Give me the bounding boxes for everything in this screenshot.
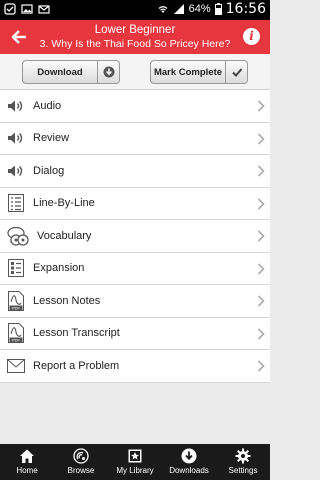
pdf-icon: PDF — [6, 323, 26, 344]
nav-my-library[interactable]: My Library — [108, 444, 162, 480]
lesson-title: 3. Why Is the Thai Food So Pricey Here? — [39, 38, 231, 50]
menu-item-audio[interactable]: Audio — [0, 90, 270, 123]
lesson-action-bar: Download Mark Complete — [0, 54, 270, 90]
list-icon — [6, 193, 26, 213]
menu-item-vocabulary[interactable]: Vocabulary — [0, 220, 270, 253]
speaker-icon — [6, 128, 26, 148]
menu-item-review[interactable]: Review — [0, 123, 270, 155]
download-icon — [97, 61, 119, 83]
nav-label: Browse — [67, 466, 95, 475]
menu-item-lesson-transcript[interactable]: PDF Lesson Transcript — [0, 318, 270, 350]
menu-item-dialog[interactable]: Dialog — [0, 155, 270, 188]
chevron-right-icon — [257, 295, 265, 307]
mark-complete-button[interactable]: Mark Complete — [150, 60, 248, 84]
image-icon — [21, 4, 33, 14]
chevron-right-icon — [257, 230, 265, 242]
menu-item-label: Audio — [33, 99, 62, 112]
back-arrow-icon[interactable] — [10, 28, 28, 46]
wifi-icon — [158, 6, 168, 13]
browse-icon — [73, 448, 89, 464]
page-title: Lower Beginner 3. Why Is the Thai Food S… — [36, 23, 234, 51]
gear-icon — [235, 448, 251, 464]
download-button[interactable]: Download — [22, 60, 120, 84]
checkmark-icon — [225, 61, 247, 83]
pdf-icon: PDF — [6, 290, 26, 311]
menu-item-label: Report a Problem — [33, 359, 120, 372]
nav-label: Home — [16, 466, 38, 475]
lesson-menu-list: Audio Review Dialog Line-By-Line Vocabul… — [0, 90, 270, 383]
library-icon — [128, 449, 142, 463]
nav-label: Settings — [228, 466, 258, 475]
bottom-navigation: Home Browse My Library Downloads Setting… — [0, 444, 270, 480]
menu-item-report-problem[interactable]: Report a Problem — [0, 350, 270, 383]
checklist-icon — [6, 258, 26, 278]
download-label: Download — [37, 66, 83, 78]
chevron-right-icon — [257, 360, 265, 372]
mark-complete-label: Mark Complete — [153, 66, 223, 78]
lesson-header: Lower Beginner 3. Why Is the Thai Food S… — [0, 20, 270, 54]
menu-item-lesson-notes[interactable]: PDF Lesson Notes — [0, 285, 270, 318]
svg-text:PDF: PDF — [12, 338, 21, 343]
speaker-icon — [6, 96, 26, 116]
email-icon — [38, 5, 50, 14]
nav-downloads[interactable]: Downloads — [162, 444, 216, 480]
chevron-right-icon — [257, 165, 265, 177]
svg-text:PDF: PDF — [12, 305, 21, 310]
nav-settings[interactable]: Settings — [216, 444, 270, 480]
speaker-icon — [6, 161, 26, 181]
menu-item-label: Dialog — [33, 164, 65, 177]
chevron-right-icon — [257, 327, 265, 340]
menu-item-line-by-line[interactable]: Line-By-Line — [0, 188, 270, 220]
menu-item-label: Review — [33, 132, 70, 145]
nav-browse[interactable]: Browse — [54, 444, 108, 480]
chevron-right-icon — [257, 262, 265, 275]
menu-item-label: Expansion — [33, 262, 85, 275]
chevron-right-icon — [257, 100, 265, 112]
info-icon[interactable]: i — [243, 28, 260, 45]
envelope-icon — [6, 356, 26, 376]
nav-label: My Library — [116, 466, 154, 475]
vocabulary-icon — [6, 226, 32, 246]
nav-label: Downloads — [169, 466, 209, 475]
battery-icon — [214, 3, 222, 15]
notification-icon — [4, 3, 16, 15]
menu-item-label: Lesson Notes — [33, 294, 101, 307]
menu-item-label: Lesson Transcript — [33, 327, 120, 340]
battery-percentage: 64% — [188, 3, 211, 15]
menu-item-label: Vocabulary — [37, 229, 92, 242]
signal-icon — [173, 4, 184, 14]
nav-home[interactable]: Home — [0, 444, 54, 480]
download-icon — [181, 448, 197, 464]
chevron-right-icon — [257, 132, 265, 145]
chevron-right-icon — [257, 197, 265, 210]
menu-item-expansion[interactable]: Expansion — [0, 253, 270, 285]
clock: 16:56 — [225, 1, 266, 17]
home-icon — [20, 449, 34, 463]
menu-item-label: Line-By-Line — [33, 197, 95, 210]
lesson-level: Lower Beginner — [94, 24, 176, 36]
status-bar: 64% 16:56 — [0, 0, 270, 20]
